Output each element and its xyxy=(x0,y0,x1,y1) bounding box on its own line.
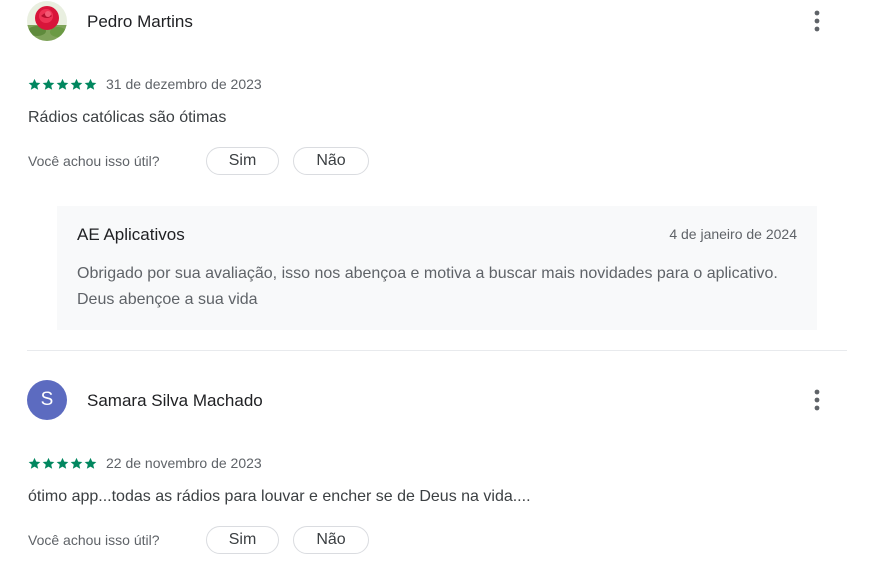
helpful-question: Você achou isso útil? xyxy=(28,153,160,169)
helpful-no-button[interactable]: Não xyxy=(293,526,369,554)
helpful-yes-button[interactable]: Sim xyxy=(206,147,279,175)
review-date: 31 de dezembro de 2023 xyxy=(106,76,262,92)
more-options-button[interactable] xyxy=(805,9,829,33)
review-text: ótimo app...todas as rádios para louvar … xyxy=(28,488,531,505)
more-vert-icon xyxy=(814,10,820,32)
star-rating xyxy=(28,78,97,91)
star-icon xyxy=(42,457,55,469)
star-icon xyxy=(70,78,83,90)
star-icon xyxy=(42,78,55,90)
star-icon xyxy=(84,78,97,90)
reviewer-name: Samara Silva Machado xyxy=(87,391,263,410)
rose-photo-avatar-icon xyxy=(27,1,67,41)
reply-text: Obrigado por sua avaliação, isso nos abe… xyxy=(77,265,778,308)
star-rating xyxy=(28,457,97,470)
star-icon xyxy=(56,457,69,469)
rating-row: 31 de dezembro de 2023 xyxy=(28,76,262,92)
helpful-yes-button[interactable]: Sim xyxy=(206,526,279,554)
star-icon xyxy=(56,78,69,90)
helpful-row: Você achou isso útil? Sim Não xyxy=(28,525,369,555)
reply-date: 4 de janeiro de 2024 xyxy=(669,226,797,242)
star-icon xyxy=(84,457,97,469)
review-text: Rádios católicas são ótimas xyxy=(28,109,227,126)
reviewer-name: Pedro Martins xyxy=(87,12,193,31)
review-date: 22 de novembro de 2023 xyxy=(106,455,262,471)
helpful-row: Você achou isso útil? Sim Não xyxy=(28,146,369,176)
review-divider xyxy=(27,350,847,351)
avatar-letter: S xyxy=(40,389,54,410)
reply-author: AE Aplicativos xyxy=(77,225,185,244)
user-avatar: S xyxy=(27,380,67,420)
star-icon xyxy=(70,457,83,469)
more-options-button[interactable] xyxy=(805,388,829,412)
star-icon xyxy=(28,457,41,469)
helpful-no-button[interactable]: Não xyxy=(293,147,369,175)
rating-row: 22 de novembro de 2023 xyxy=(28,455,262,471)
developer-reply: AE Aplicativos 4 de janeiro de 2024 Obri… xyxy=(57,206,817,330)
star-icon xyxy=(28,78,41,90)
more-vert-icon xyxy=(814,389,820,411)
user-avatar xyxy=(27,1,67,41)
helpful-question: Você achou isso útil? xyxy=(28,532,160,548)
